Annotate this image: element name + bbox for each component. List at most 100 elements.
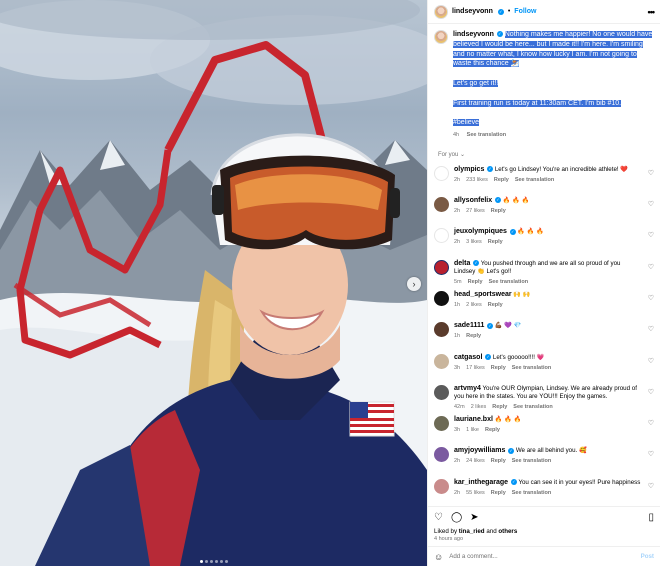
comment-time: 2h [454, 239, 461, 246]
commenter-username[interactable]: head_sportswear [454, 291, 512, 298]
caption-username[interactable]: lindseyvonn [453, 31, 494, 38]
post-time: 4 hours ago [434, 536, 464, 542]
reply-button[interactable]: Reply [466, 333, 481, 339]
comment-likes[interactable]: 55 likes [466, 490, 485, 496]
see-translation-link[interactable]: See translation [515, 177, 554, 183]
author-avatar[interactable] [434, 4, 448, 19]
commenter-avatar[interactable] [434, 447, 449, 463]
commenter-avatar[interactable] [434, 259, 449, 275]
post-comment-button[interactable]: Post [641, 553, 654, 560]
comment-item: allysonfelix ✓ 🔥 🔥 🔥 2h 27 likes Reply ♡ [434, 197, 654, 228]
comment-like-icon[interactable]: ♡ [648, 263, 654, 271]
commenter-avatar[interactable] [434, 353, 449, 369]
comment-like-icon[interactable]: ♡ [648, 325, 654, 333]
comment-like-icon[interactable]: ♡ [648, 388, 654, 396]
commenter-username[interactable]: sade1111 [454, 322, 484, 329]
see-translation-link[interactable]: See translation [489, 279, 528, 285]
author-avatar[interactable] [434, 30, 448, 44]
post-image[interactable]: › [0, 0, 427, 566]
reply-button[interactable]: Reply [491, 490, 506, 496]
liked-by-user[interactable]: tina_ried [459, 528, 485, 535]
reply-button[interactable]: Reply [488, 239, 503, 245]
next-image-button[interactable]: › [407, 277, 421, 291]
more-options-icon[interactable]: ••• [648, 7, 656, 17]
comment-icon[interactable]: ◯ [451, 512, 462, 523]
see-translation-link[interactable]: See translation [512, 458, 551, 464]
commenter-username[interactable]: allysonfelix [454, 197, 492, 204]
others-link[interactable]: others [498, 528, 517, 535]
comment-likes[interactable]: 3 likes [466, 239, 482, 245]
verified-icon: ✓ [473, 260, 480, 267]
comment-like-icon[interactable]: ♡ [648, 482, 654, 490]
commenter-username[interactable]: olympics [454, 166, 484, 173]
commenter-avatar[interactable] [434, 197, 449, 213]
comments-section[interactable]: lindseyvonn ✓ Nothing makes me happier! … [428, 24, 660, 506]
caption-hashtag[interactable]: #believe [453, 119, 480, 127]
reply-button[interactable]: Reply [491, 458, 506, 464]
reply-button[interactable]: Reply [491, 208, 506, 214]
comment-likes[interactable]: 17 likes [466, 365, 485, 371]
commenter-avatar[interactable] [434, 478, 449, 494]
commenter-username[interactable]: jeuxolympiques [454, 228, 507, 235]
reply-button[interactable]: Reply [488, 302, 503, 308]
commenter-avatar[interactable] [434, 384, 449, 400]
comment-time: 2h [454, 208, 461, 215]
reply-button[interactable]: Reply [485, 427, 500, 433]
commenter-avatar[interactable] [434, 322, 449, 338]
commenter-username[interactable]: artvmy4 [454, 385, 481, 392]
verified-icon: ✓ [496, 31, 503, 38]
commenter-avatar[interactable] [434, 416, 449, 432]
comment-meta: 42m 2 likes Reply See translation [454, 403, 642, 411]
reply-button[interactable]: Reply [491, 365, 506, 371]
add-comment-bar: ☺ Add a comment... Post [428, 546, 660, 566]
comment-likes[interactable]: 2 likes [471, 404, 487, 410]
comment-like-icon[interactable]: ♡ [648, 169, 654, 177]
emoji-icon[interactable]: ☺ [434, 552, 443, 562]
comment-text: You're OUR Olympian, Lindsey. We are alr… [454, 384, 637, 400]
reply-button[interactable]: Reply [492, 404, 507, 410]
comment-like-icon[interactable]: ♡ [648, 357, 654, 365]
post-side-panel: lindseyvonn ✓ • Follow ••• lindseyvonn ✓… [427, 0, 660, 566]
commenter-username[interactable]: catgasol [454, 354, 482, 361]
comment-likes[interactable]: 1 like [466, 427, 479, 433]
comment-like-icon[interactable]: ♡ [648, 200, 654, 208]
comment-likes[interactable]: 27 likes [466, 208, 485, 214]
comment-list: olympics ✓ Let's go Lindsey! You're an i… [434, 165, 654, 506]
commenter-username[interactable]: lauriane.bxl [454, 416, 493, 423]
comment-meta: 1h Reply [454, 332, 642, 340]
comment-item: head_sportswear 🙌 🙌 1h 2 likes Reply ♡ [434, 290, 654, 322]
see-translation-link[interactable]: See translation [467, 132, 506, 138]
add-comment-input[interactable]: Add a comment... [449, 553, 634, 560]
comment-time: 2h [454, 176, 461, 183]
commenter-avatar[interactable] [434, 165, 449, 181]
comment-likes[interactable]: 2 likes [466, 302, 482, 308]
share-icon[interactable]: ➤ [470, 512, 478, 523]
comment-like-icon[interactable]: ♡ [648, 231, 654, 239]
comment-time: 42m [454, 403, 465, 410]
see-translation-link[interactable]: See translation [513, 404, 552, 410]
author-username[interactable]: lindseyvonn [452, 8, 493, 15]
comment-item: lauriane.bxl 🔥 🔥 🔥 3h 1 like Reply ♡ [434, 416, 654, 447]
follow-button[interactable]: Follow [514, 8, 536, 15]
commenter-username[interactable]: delta [454, 260, 470, 267]
commenter-avatar[interactable] [434, 228, 449, 244]
reply-button[interactable]: Reply [494, 177, 509, 183]
for-you-dropdown[interactable]: For you ⌄ [434, 151, 654, 158]
commenter-username[interactable]: amyjoywilliams [454, 447, 505, 454]
verified-icon: ✓ [510, 479, 517, 486]
comment-likes[interactable]: 233 likes [466, 177, 488, 183]
comment-item: artvmy4 You're OUR Olympian, Lindsey. We… [434, 384, 654, 416]
reply-button[interactable]: Reply [468, 279, 483, 285]
comment-like-icon[interactable]: ♡ [648, 450, 654, 458]
commenter-avatar[interactable] [434, 290, 449, 306]
comment-like-icon[interactable]: ♡ [648, 294, 654, 302]
comment-like-icon[interactable]: ♡ [648, 419, 654, 427]
comment-likes[interactable]: 24 likes [466, 458, 485, 464]
like-icon[interactable]: ♡ [434, 512, 443, 523]
see-translation-link[interactable]: See translation [512, 365, 551, 371]
save-icon[interactable]: ▯ [648, 512, 654, 523]
commenter-username[interactable]: kar_inthegarage [454, 479, 508, 486]
see-translation-link[interactable]: See translation [512, 490, 551, 496]
verified-icon: ✓ [508, 447, 515, 454]
verified-icon: ✓ [485, 353, 492, 360]
